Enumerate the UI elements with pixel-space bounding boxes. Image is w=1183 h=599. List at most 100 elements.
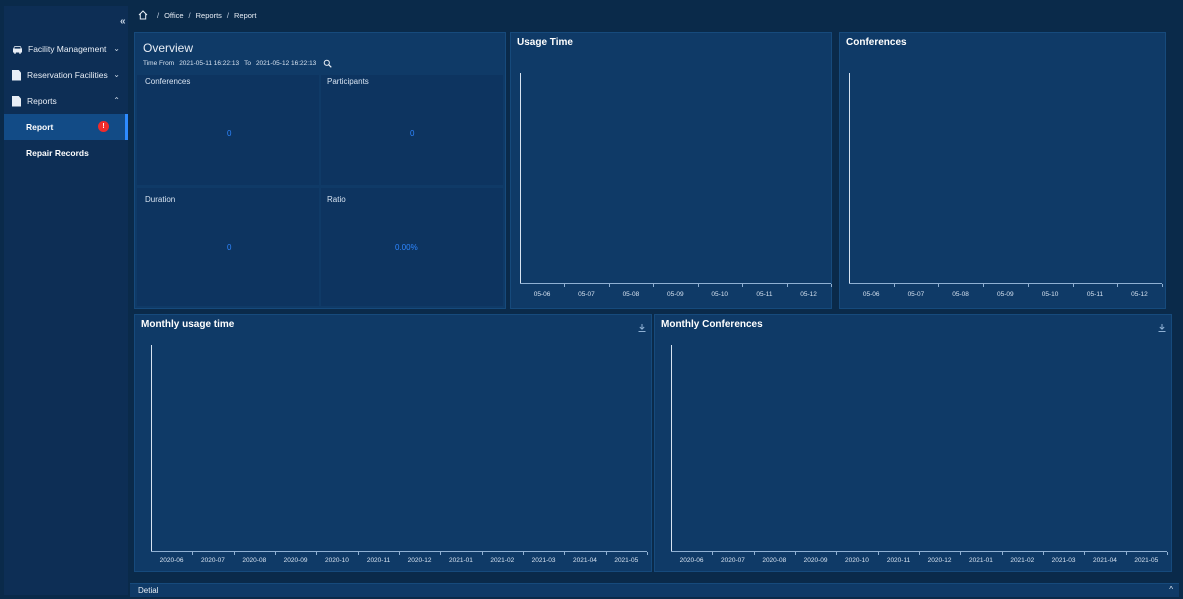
y-axis-line — [151, 345, 152, 551]
breadcrumb-separator: / — [157, 10, 160, 20]
x-tick-mark — [564, 552, 566, 555]
x-tick-mark — [1001, 552, 1003, 555]
x-tick-label: 05-06 — [533, 291, 551, 298]
x-tick-mark — [399, 552, 400, 555]
breadcrumb: / Office / Reports / Report — [130, 6, 1179, 24]
y-axis-line — [520, 73, 521, 283]
x-tick-mark — [697, 284, 699, 287]
x-tick-label: 2021-04 — [1093, 557, 1117, 564]
sidebar-item-reports[interactable]: Reports ⌃ — [4, 88, 128, 114]
x-tick-mark — [481, 552, 483, 555]
breadcrumb-report: Report — [234, 10, 257, 20]
stat-label-ratio: Ratio — [327, 195, 346, 204]
monthly-conferences-chart: Monthly Conferences 2020-06 2020-07 2020-0… — [654, 314, 1172, 572]
sidebar-item-label: Facility Management — [28, 44, 107, 54]
x-tick-mark — [712, 552, 714, 555]
time-to-input[interactable]: 2021-05-12 16:22:13 — [256, 60, 316, 67]
home-icon[interactable] — [138, 10, 148, 20]
x-tick-label: 2021-02 — [1010, 557, 1035, 564]
x-tick-mark — [357, 552, 359, 555]
y-axis-line — [671, 345, 672, 551]
stat-label-conferences: Conferences — [145, 77, 191, 86]
x-tick-label: 05-08 — [952, 291, 969, 298]
x-tick-mark — [1072, 284, 1074, 287]
sidebar-item-reservation-facilities[interactable]: Reservation Facilities ⌄ — [4, 62, 128, 88]
detail-footer: Detial ^ — [130, 583, 1179, 597]
x-tick-mark — [647, 552, 648, 555]
stat-value-conferences: 0 — [227, 129, 232, 138]
x-tick-mark — [742, 284, 744, 287]
x-tick-label: 2020-08 — [762, 557, 787, 564]
x-tick-label: 2021-05 — [614, 557, 639, 564]
chevron-up-icon: ⌃ — [113, 96, 120, 105]
sidebar-item-facility-management[interactable]: Facility Management ⌄ — [4, 36, 128, 62]
x-tick-mark — [1027, 284, 1029, 287]
conferences-chart: Conferences 05-06 05-07 05-08 05-09 05-10 05-… — [839, 32, 1166, 309]
x-tick-label: 2020-10 — [845, 557, 869, 564]
sidebar-item-label: Reports — [27, 96, 57, 106]
x-tick-mark — [1043, 552, 1044, 555]
overview-panel: Overview Time From 2021-05-11 16:22:13 T… — [134, 32, 506, 309]
sidebar-subitem-report[interactable]: Report ! — [4, 114, 128, 140]
usage-time-chart: Usage Time 05-06 05-07 05-08 05-09 05-10 05-1… — [510, 32, 832, 309]
x-tick-label: 05-07 — [907, 291, 925, 298]
document-icon — [12, 95, 21, 107]
time-to-label: To — [244, 60, 251, 67]
x-tick-label: 2020-06 — [679, 557, 704, 564]
sidebar-subitem-repair-records[interactable]: Repair Records — [4, 140, 128, 166]
x-tick-label: 2021-03 — [1051, 557, 1076, 564]
x-tick-mark — [893, 284, 895, 287]
x-tick-label: 2021-05 — [1134, 557, 1159, 564]
download-icon[interactable] — [1157, 323, 1167, 333]
stat-label-duration: Duration — [145, 195, 176, 204]
x-tick-mark — [523, 552, 524, 555]
x-tick-label: 05-10 — [711, 291, 729, 298]
x-tick-label: 2020-10 — [325, 557, 349, 564]
x-tick-label: 05-06 — [862, 291, 880, 298]
x-tick-mark — [938, 284, 940, 287]
time-from-input[interactable]: 2021-05-11 16:22:13 — [179, 60, 239, 67]
breadcrumb-reports[interactable]: Reports — [196, 11, 222, 20]
x-tick-mark — [608, 284, 610, 287]
monthly-usage-time-chart: Monthly usage time 2020-06 2020-07 2020-08… — [134, 314, 652, 572]
chart-title: Usage Time — [517, 37, 573, 48]
alert-badge: ! — [98, 121, 109, 132]
x-tick-label: 05-09 — [997, 291, 1014, 298]
chart-title: Conferences — [846, 37, 907, 48]
chevron-down-icon: ⌄ — [113, 44, 120, 53]
x-tick-label: 2020-07 — [201, 557, 225, 564]
x-tick-mark — [275, 552, 276, 555]
stat-value-duration: 0 — [227, 243, 232, 252]
sidebar: « Facility Management ⌄ Reservation Faci… — [4, 6, 128, 595]
sidebar-item-label: Reservation Facilities — [27, 70, 108, 80]
x-tick-mark — [1084, 552, 1086, 555]
x-tick-mark — [877, 552, 879, 555]
x-tick-label: 2020-06 — [159, 557, 184, 564]
breadcrumb-office[interactable]: Office — [164, 11, 183, 20]
x-axis-line — [520, 283, 831, 284]
x-tick-label: 2020-12 — [927, 557, 952, 564]
x-tick-mark — [316, 552, 318, 555]
x-tick-label: 2020-07 — [721, 557, 745, 564]
x-tick-label: 05-10 — [1041, 291, 1059, 298]
breadcrumb-separator: / — [226, 10, 229, 20]
x-tick-label: 2021-02 — [490, 557, 515, 564]
x-tick-label: 2020-12 — [407, 557, 432, 564]
stat-value-participants: 0 — [410, 129, 415, 138]
x-tick-label: 2021-01 — [969, 557, 993, 564]
x-tick-mark — [831, 284, 832, 287]
stat-label-participants: Participants — [327, 77, 369, 86]
x-axis-line — [849, 283, 1162, 284]
x-tick-mark — [836, 552, 838, 555]
detail-label: Detial — [138, 586, 159, 595]
x-tick-mark — [653, 284, 655, 287]
search-icon[interactable] — [323, 59, 333, 68]
x-tick-mark — [564, 284, 566, 287]
x-tick-mark — [795, 552, 796, 555]
expand-detail-button[interactable]: ^ — [1169, 585, 1173, 594]
x-tick-label: 05-12 — [800, 291, 817, 298]
download-icon[interactable] — [637, 323, 647, 333]
collapse-sidebar-button[interactable]: « — [120, 16, 126, 27]
x-tick-label: 05-11 — [1086, 291, 1104, 298]
x-tick-mark — [786, 284, 788, 287]
